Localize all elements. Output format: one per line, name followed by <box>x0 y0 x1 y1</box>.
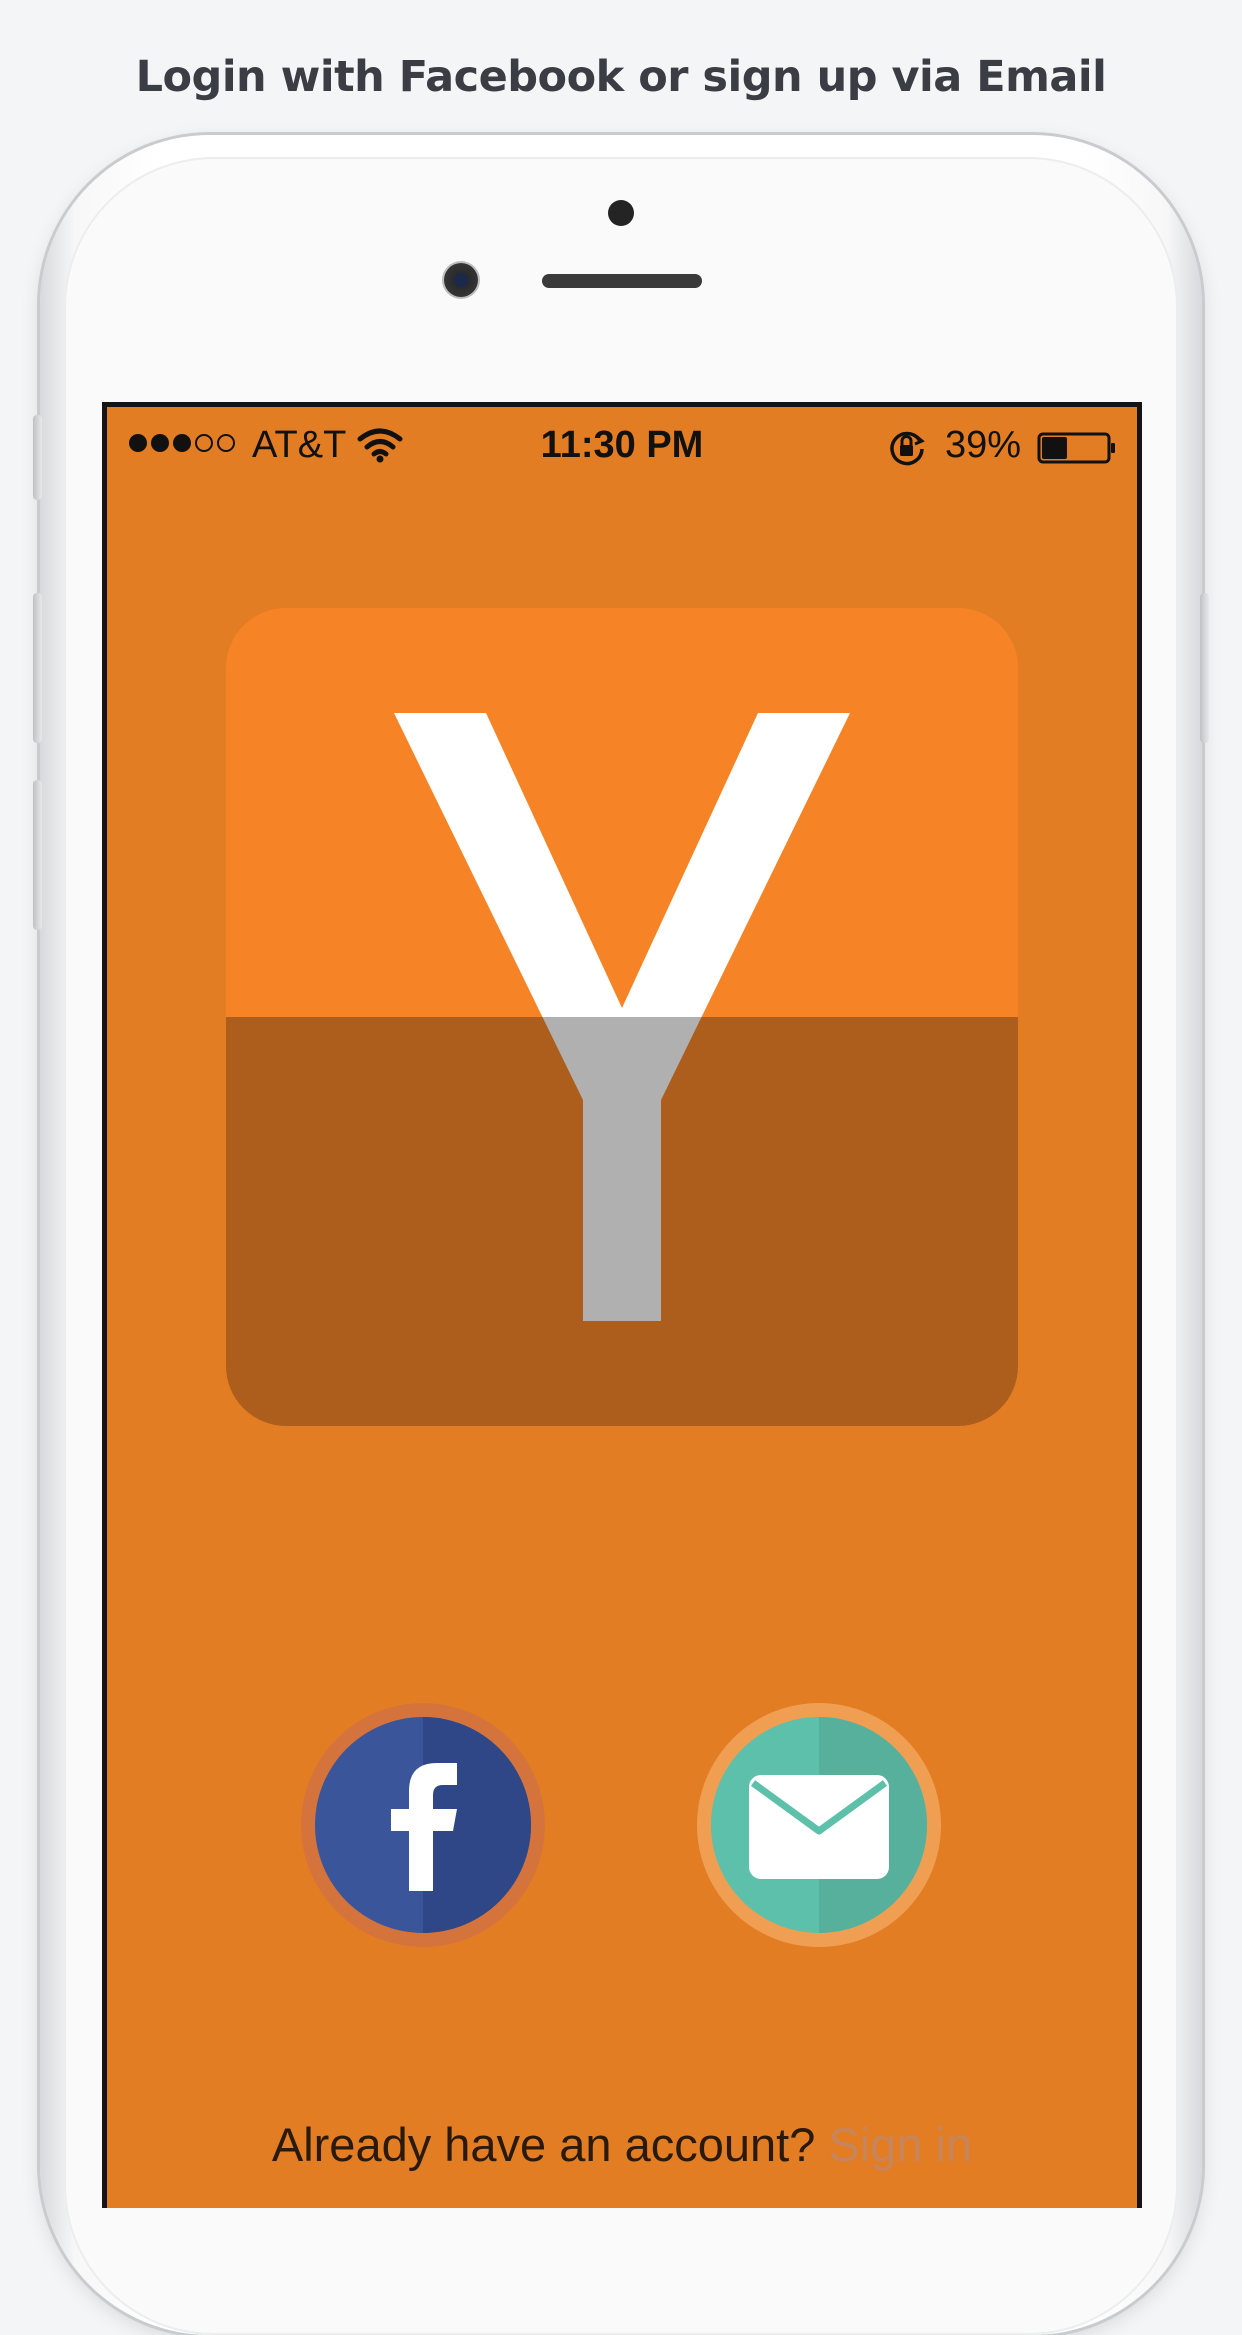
earpiece-speaker <box>542 274 702 288</box>
mail-icon <box>711 1717 927 1933</box>
sign-in-link[interactable]: Sign in <box>828 2118 972 2171</box>
facebook-icon <box>315 1717 531 1933</box>
status-bar: AT&T 11:30 PM 39% <box>107 407 1137 487</box>
logo-top-half <box>226 608 1018 1017</box>
sign-in-prompt-text: Already have an account? <box>271 2118 829 2171</box>
battery-percentage: 39% <box>945 424 1022 466</box>
battery-icon <box>1037 432 1115 464</box>
phone-side-button-left-low <box>33 780 42 930</box>
phone-side-button-left-top <box>33 415 42 500</box>
proximity-sensor <box>608 200 634 226</box>
front-camera-icon <box>444 263 478 297</box>
sign-in-prompt: Already have an account? Sign in <box>107 2117 1137 2172</box>
app-logo <box>226 608 1018 1426</box>
phone-side-button-left-mid <box>33 593 42 743</box>
email-signup-button[interactable] <box>697 1703 941 1947</box>
facebook-login-button[interactable] <box>301 1703 545 1947</box>
rotation-lock-icon <box>890 431 925 466</box>
phone-side-button-right <box>1200 593 1209 743</box>
page-caption: Login with Facebook or sign up via Email <box>135 52 1107 102</box>
app-screen: AT&T 11:30 PM 39% Already have an accoun… <box>102 402 1142 2208</box>
